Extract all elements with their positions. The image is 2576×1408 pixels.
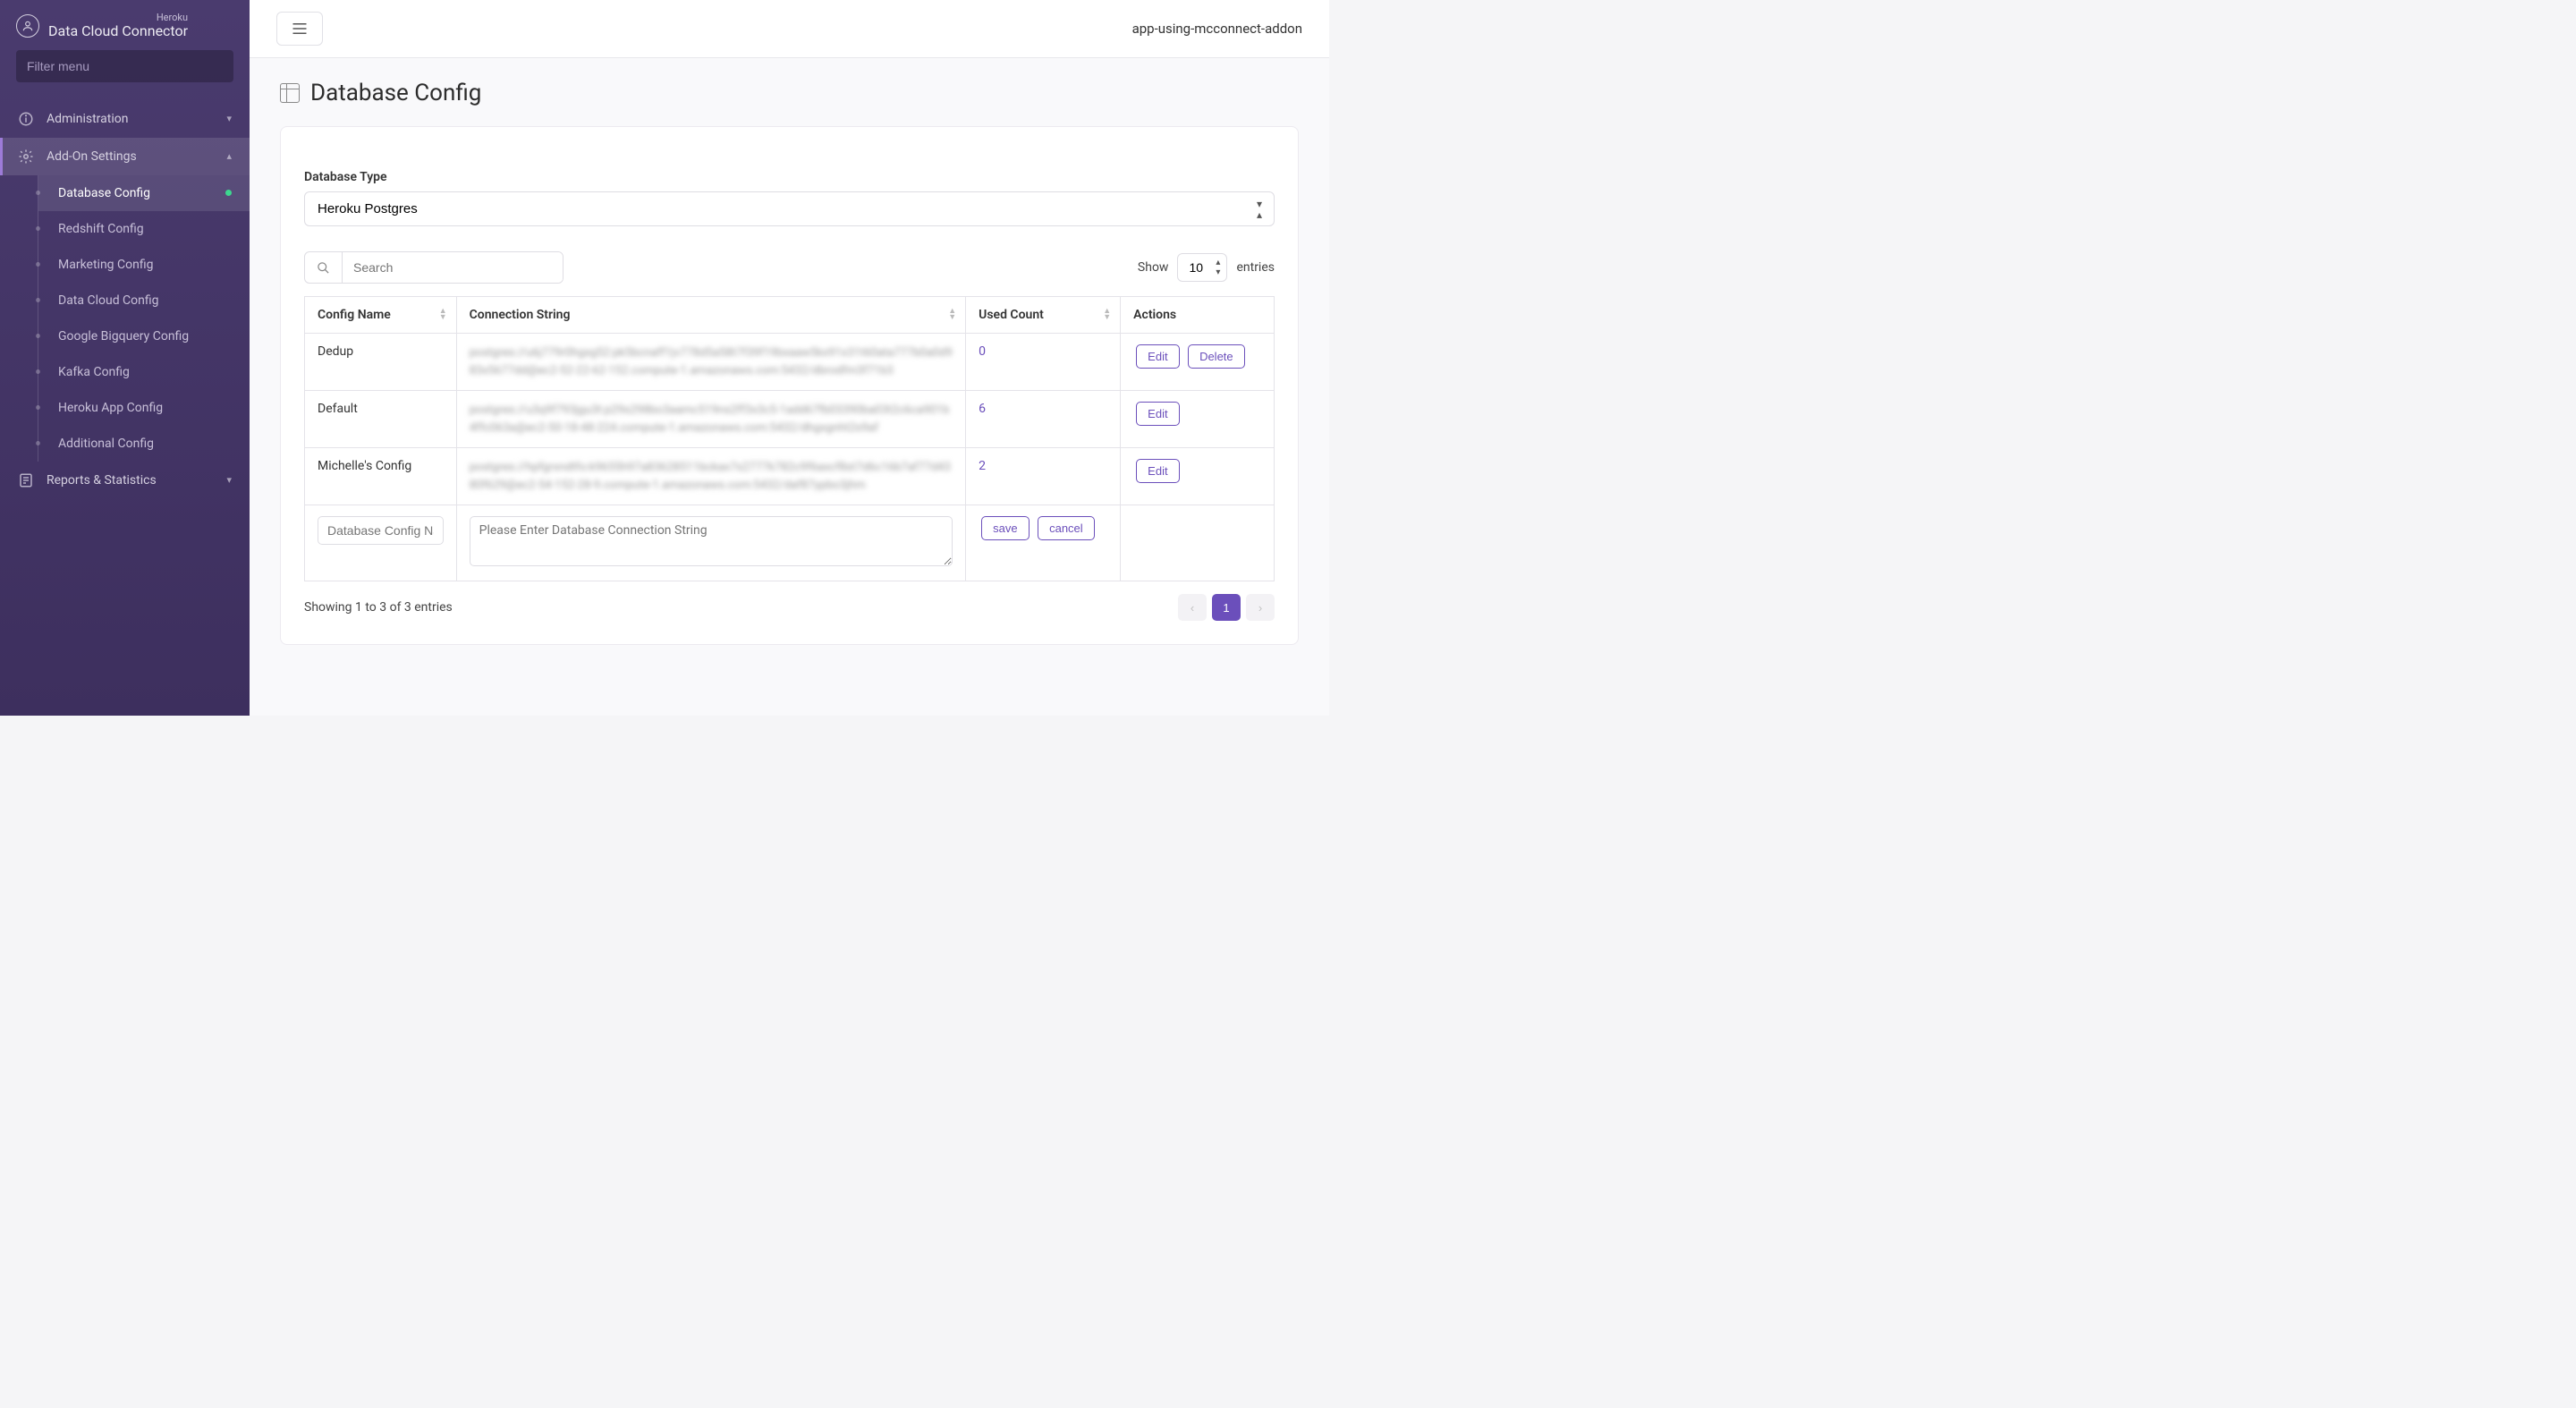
sidebar-item-database-config[interactable]: Database Config <box>38 175 250 211</box>
cell-actions: Edit <box>1121 448 1275 505</box>
edit-button[interactable]: Edit <box>1136 344 1179 369</box>
topbar: app-using-mcconnect-addon <box>250 0 1329 58</box>
table-row-new: save cancel <box>305 505 1275 581</box>
cell-new-name <box>305 505 457 581</box>
config-table: Config Name ▲▼ Connection String ▲▼ Used… <box>304 296 1275 581</box>
sort-icon: ▲▼ <box>439 309 447 321</box>
sidebar-item-label: Kafka Config <box>58 365 130 379</box>
cell-new-conn <box>456 505 966 581</box>
col-config-name[interactable]: Config Name ▲▼ <box>305 297 457 334</box>
table-row: Michelle's Config postgres://hpfgrxndtfo… <box>305 448 1275 505</box>
nav-label: Reports & Statistics <box>47 473 157 488</box>
brand-logo-icon <box>16 14 39 38</box>
cell-config-name: Michelle's Config <box>305 448 457 505</box>
page-title-row: Database Config <box>280 80 1299 106</box>
edit-button[interactable]: Edit <box>1136 459 1179 483</box>
cell-used-count: 6 <box>966 391 1121 448</box>
table-info: Showing 1 to 3 of 3 entries <box>304 600 453 615</box>
sidebar-item-google-bigquery-config[interactable]: Google Bigquery Config <box>38 318 250 354</box>
chevron-down-icon: ▾ <box>226 113 232 124</box>
search-input[interactable] <box>343 252 563 283</box>
page-prev-button[interactable]: ‹ <box>1178 594 1207 621</box>
info-icon <box>18 111 34 127</box>
brand: Heroku Data Cloud Connector <box>0 0 250 50</box>
cell-config-name: Default <box>305 391 457 448</box>
nav-label: Administration <box>47 112 128 126</box>
entries-select[interactable]: 10 <box>1177 253 1227 282</box>
cell-empty <box>1121 505 1275 581</box>
edit-button[interactable]: Edit <box>1136 402 1179 426</box>
entries-suffix: entries <box>1236 260 1275 275</box>
cancel-button[interactable]: cancel <box>1038 516 1095 540</box>
brand-title: Data Cloud Connector <box>48 23 188 39</box>
sidebar-item-marketing-config[interactable]: Marketing Config <box>38 247 250 283</box>
nav-label: Add-On Settings <box>47 149 137 164</box>
app-name: app-using-mcconnect-addon <box>1132 21 1302 37</box>
show-label: Show <box>1138 260 1169 275</box>
table-row: Default postgres://u3q9f793jgu3t:p29s298… <box>305 391 1275 448</box>
status-indicator-icon <box>225 190 232 196</box>
cell-new-actions: save cancel <box>966 505 1121 581</box>
cell-used-count: 2 <box>966 448 1121 505</box>
sidebar-item-label: Redshift Config <box>58 222 144 236</box>
cell-connection-string: postgres://hpfgrxndtfo:k9655h97a83628511… <box>456 448 966 505</box>
window-icon <box>280 83 300 103</box>
nav-reports-statistics[interactable]: Reports & Statistics ▾ <box>0 462 250 499</box>
main: app-using-mcconnect-addon Database Confi… <box>250 0 1329 716</box>
sidebar-item-label: Heroku App Config <box>58 401 163 415</box>
cell-used-count: 0 <box>966 334 1121 391</box>
cell-connection-string: postgres://u3q9f793jgu3t:p29s298bo3aamc5… <box>456 391 966 448</box>
sidebar: Heroku Data Cloud Connector Administrati… <box>0 0 250 716</box>
connection-string-input[interactable] <box>470 516 953 566</box>
gear-icon <box>18 148 34 165</box>
report-icon <box>18 472 34 488</box>
pagination: ‹ 1 › <box>1178 594 1275 621</box>
delete-button[interactable]: Delete <box>1188 344 1245 369</box>
page-title: Database Config <box>310 80 481 106</box>
toggle-sidebar-button[interactable] <box>276 12 323 46</box>
sort-icon: ▲▼ <box>1103 309 1111 321</box>
nav-addon-settings[interactable]: Add-On Settings ▴ <box>0 138 250 175</box>
hamburger-icon <box>292 22 308 35</box>
config-card: Database Type Heroku Postgres ▾▴ <box>280 126 1299 645</box>
page-number-button[interactable]: 1 <box>1212 594 1241 621</box>
sidebar-item-kafka-config[interactable]: Kafka Config <box>38 354 250 390</box>
sidebar-item-additional-config[interactable]: Additional Config <box>38 426 250 462</box>
cell-connection-string: postgres://u6j779r0hgxg52:pk5bcnaff1jv77… <box>456 334 966 391</box>
chevron-up-icon: ▴ <box>226 150 232 162</box>
sidebar-item-label: Database Config <box>58 186 150 200</box>
filter-menu-input[interactable] <box>16 50 233 82</box>
search-icon <box>305 252 343 283</box>
search-box <box>304 251 564 284</box>
sidebar-item-heroku-app-config[interactable]: Heroku App Config <box>38 390 250 426</box>
cell-actions: Edit Delete <box>1121 334 1275 391</box>
table-row: Dedup postgres://u6j779r0hgxg52:pk5bcnaf… <box>305 334 1275 391</box>
config-name-input[interactable] <box>318 516 444 545</box>
nav-administration[interactable]: Administration ▾ <box>0 100 250 138</box>
cell-config-name: Dedup <box>305 334 457 391</box>
sidebar-item-label: Marketing Config <box>58 258 153 272</box>
chevron-down-icon: ▾ <box>226 474 232 486</box>
sidebar-item-redshift-config[interactable]: Redshift Config <box>38 211 250 247</box>
sidebar-item-label: Data Cloud Config <box>58 293 159 308</box>
col-connection-string[interactable]: Connection String ▲▼ <box>456 297 966 334</box>
sidebar-item-label: Additional Config <box>58 437 154 451</box>
database-type-select[interactable]: Heroku Postgres <box>304 191 1275 226</box>
sidebar-item-label: Google Bigquery Config <box>58 329 189 344</box>
cell-actions: Edit <box>1121 391 1275 448</box>
subnav-addon-settings: Database Config Redshift Config Marketin… <box>38 175 250 462</box>
database-type-label: Database Type <box>304 170 1275 184</box>
save-button[interactable]: save <box>981 516 1029 540</box>
content: Database Config Database Type Heroku Pos… <box>250 58 1329 716</box>
col-actions: Actions <box>1121 297 1275 334</box>
page-next-button[interactable]: › <box>1246 594 1275 621</box>
col-used-count[interactable]: Used Count ▲▼ <box>966 297 1121 334</box>
sort-icon: ▲▼ <box>948 309 956 321</box>
sidebar-item-data-cloud-config[interactable]: Data Cloud Config <box>38 283 250 318</box>
